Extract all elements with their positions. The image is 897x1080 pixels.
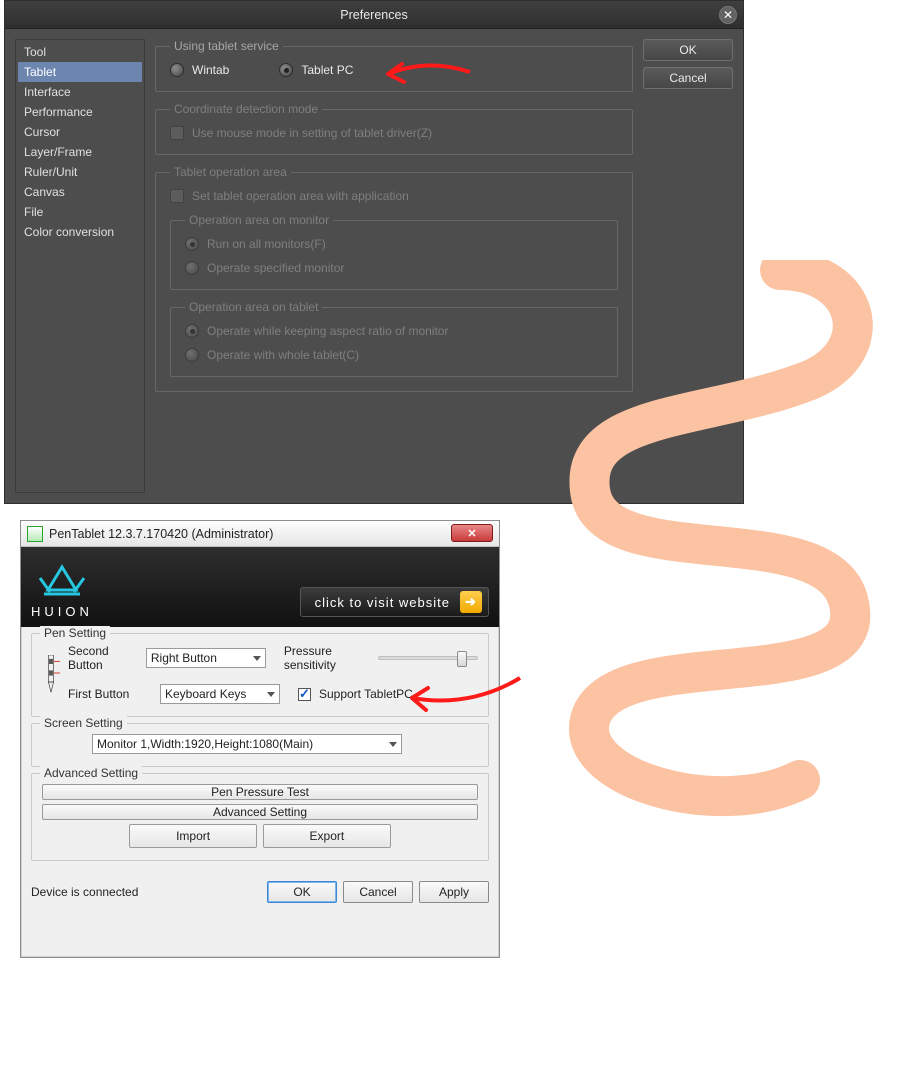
huion-title: PenTablet 12.3.7.170420 (Administrator) <box>49 527 273 541</box>
huion-titlebar: PenTablet 12.3.7.170420 (Administrator) … <box>21 521 499 547</box>
sidebar-item-color-conversion[interactable]: Color conversion <box>18 222 142 242</box>
legend-op-tablet: Operation area on tablet <box>185 300 322 314</box>
radio-icon <box>185 237 199 251</box>
legend-pen-setting: Pen Setting <box>40 626 110 640</box>
close-button[interactable]: ✕ <box>451 524 493 542</box>
label-support-tabletpc: Support TabletPC <box>319 687 413 701</box>
label-first-button: First Button <box>68 687 152 701</box>
arrow-right-icon: ➜ <box>460 591 482 613</box>
radio-icon <box>279 63 293 77</box>
sidebar-item-interface[interactable]: Interface <box>18 82 142 102</box>
group-operation-area: Tablet operation area Set tablet operati… <box>155 165 633 392</box>
export-button[interactable]: Export <box>263 824 391 848</box>
group-advanced-setting: Advanced Setting Pen Pressure Test Advan… <box>31 773 489 861</box>
ok-button[interactable]: OK <box>267 881 337 903</box>
group-op-area-monitor: Operation area on monitor Run on all mon… <box>170 213 618 290</box>
huion-window: PenTablet 12.3.7.170420 (Administrator) … <box>20 520 500 958</box>
preferences-main: Using tablet service Wintab Tablet PC Co… <box>155 39 633 493</box>
radio-label: Tablet PC <box>301 63 353 77</box>
sidebar-item-canvas[interactable]: Canvas <box>18 182 142 202</box>
radio-whole-tablet: Operate with whole tablet(C) <box>185 348 603 362</box>
huion-banner: HUION click to visit website ➜ <box>21 547 499 627</box>
radio-icon <box>185 261 199 275</box>
label-mouse-mode: Use mouse mode in setting of tablet driv… <box>192 126 432 140</box>
radio-label: Operate specified monitor <box>207 261 344 275</box>
radio-icon <box>185 324 199 338</box>
radio-keep-aspect: Operate while keeping aspect ratio of mo… <box>185 324 603 338</box>
group-pen-setting: Pen Setting Second Button Right Button P… <box>31 633 489 717</box>
ok-button[interactable]: OK <box>643 39 733 61</box>
preferences-window: Preferences ✕ Tool Tablet Interface Perf… <box>4 0 744 504</box>
legend-tablet-service: Using tablet service <box>170 39 283 53</box>
dropdown-second-button[interactable]: Right Button <box>146 648 266 668</box>
preferences-title: Preferences <box>340 8 407 22</box>
sidebar-item-performance[interactable]: Performance <box>18 102 142 122</box>
sidebar-item-layer-frame[interactable]: Layer/Frame <box>18 142 142 162</box>
import-button[interactable]: Import <box>129 824 257 848</box>
sidebar-item-ruler-unit[interactable]: Ruler/Unit <box>18 162 142 182</box>
brand-logo: HUION <box>31 564 93 619</box>
dropdown-first-button[interactable]: Keyboard Keys <box>160 684 280 704</box>
visit-website-button[interactable]: click to visit website ➜ <box>300 587 489 617</box>
brand-text: HUION <box>31 604 93 619</box>
close-icon[interactable]: ✕ <box>719 6 737 24</box>
group-screen-setting: Screen Setting Monitor 1,Width:1920,Heig… <box>31 723 489 767</box>
legend-screen-setting: Screen Setting <box>40 716 127 730</box>
cancel-button[interactable]: Cancel <box>643 67 733 89</box>
radio-tablet-pc[interactable]: Tablet PC <box>279 63 353 77</box>
cancel-button[interactable]: Cancel <box>343 881 413 903</box>
group-coord-mode: Coordinate detection mode Use mouse mode… <box>155 102 633 155</box>
preferences-sidebar: Tool Tablet Interface Performance Cursor… <box>15 39 145 493</box>
checkbox-mouse-mode <box>170 126 184 140</box>
legend-advanced: Advanced Setting <box>40 766 142 780</box>
radio-icon <box>170 63 184 77</box>
radio-label: Run on all monitors(F) <box>207 237 326 251</box>
radio-run-all-monitors: Run on all monitors(F) <box>185 237 603 251</box>
legend-op-monitor: Operation area on monitor <box>185 213 333 227</box>
radio-label: Operate with whole tablet(C) <box>207 348 359 362</box>
label-second-button: Second Button <box>68 644 138 672</box>
app-icon <box>27 526 43 542</box>
checkbox-set-with-app <box>170 189 184 203</box>
legend-coord-mode: Coordinate detection mode <box>170 102 322 116</box>
dropdown-monitor[interactable]: Monitor 1,Width:1920,Height:1080(Main) <box>92 734 402 754</box>
radio-label: Operate while keeping aspect ratio of mo… <box>207 324 448 338</box>
sidebar-item-tablet[interactable]: Tablet <box>18 62 142 82</box>
status-text: Device is connected <box>31 885 138 899</box>
preferences-titlebar: Preferences ✕ <box>5 1 743 29</box>
radio-wintab[interactable]: Wintab <box>170 63 229 77</box>
group-using-tablet-service: Using tablet service Wintab Tablet PC <box>155 39 633 92</box>
radio-label: Wintab <box>192 63 229 77</box>
slider-pressure-sensitivity[interactable] <box>378 656 478 660</box>
radio-icon <box>185 348 199 362</box>
sidebar-item-cursor[interactable]: Cursor <box>18 122 142 142</box>
preferences-buttons: OK Cancel <box>643 39 733 493</box>
pen-diagram-icon <box>42 655 60 694</box>
legend-op-area: Tablet operation area <box>170 165 291 179</box>
label-pressure-sensitivity: Pressure sensitivity <box>284 644 370 672</box>
sidebar-item-tool[interactable]: Tool <box>18 42 142 62</box>
label-set-with-app: Set tablet operation area with applicati… <box>192 189 409 203</box>
advanced-setting-button[interactable]: Advanced Setting <box>42 804 478 820</box>
checkbox-support-tabletpc[interactable] <box>298 688 311 701</box>
sidebar-item-file[interactable]: File <box>18 202 142 222</box>
group-op-area-tablet: Operation area on tablet Operate while k… <box>170 300 618 377</box>
pen-pressure-test-button[interactable]: Pen Pressure Test <box>42 784 478 800</box>
radio-specified-monitor: Operate specified monitor <box>185 261 603 275</box>
visit-label: click to visit website <box>315 595 450 610</box>
crown-icon <box>32 564 92 604</box>
apply-button[interactable]: Apply <box>419 881 489 903</box>
